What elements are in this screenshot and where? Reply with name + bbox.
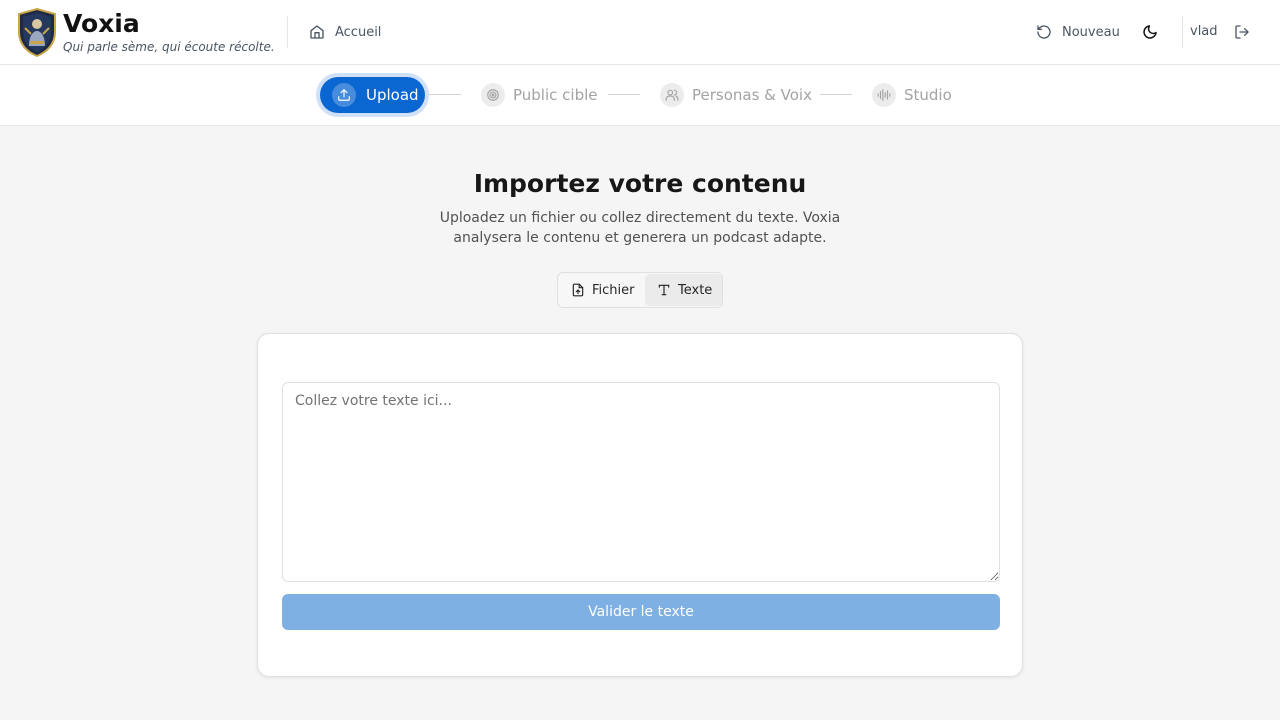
mode-file-label: Fichier <box>592 282 635 298</box>
brand-name: Voxia <box>63 9 140 38</box>
step-upload-label: Upload <box>366 86 419 104</box>
app-header: Voxia Qui parle sème, qui écoute récolte… <box>0 0 1280 65</box>
text-content-input[interactable] <box>282 382 1000 582</box>
step-connector <box>429 94 461 95</box>
progress-stepper: Upload Public cible Personas & Voix Stud… <box>0 65 1280 126</box>
page-subtitle: Uploadez un fichier ou collez directemen… <box>439 210 841 246</box>
mode-text-button[interactable]: Texte <box>645 274 722 306</box>
content-input-card: Valider le texte <box>257 333 1023 677</box>
page-title: Importez votre contenu <box>473 169 807 198</box>
home-nav-label: Accueil <box>335 24 382 40</box>
user-name: vlad <box>1190 24 1218 39</box>
file-upload-icon <box>571 283 585 297</box>
mode-file-button[interactable]: Fichier <box>559 274 645 306</box>
step-personas-voix[interactable]: Personas & Voix <box>660 82 812 108</box>
header-divider <box>287 16 288 48</box>
users-icon <box>660 83 684 107</box>
step-upload[interactable]: Upload <box>320 77 425 113</box>
validate-text-button[interactable]: Valider le texte <box>282 594 1000 630</box>
mode-text-label: Texte <box>678 282 713 298</box>
target-icon <box>481 83 505 107</box>
shield-logo-icon[interactable] <box>17 8 57 57</box>
step-public-cible[interactable]: Public cible <box>481 82 598 108</box>
new-session-label: Nouveau <box>1062 24 1120 40</box>
logout-icon <box>1234 24 1250 40</box>
step-studio[interactable]: Studio <box>872 82 952 108</box>
step-studio-label: Studio <box>904 86 952 104</box>
brand-tagline: Qui parle sème, qui écoute récolte. <box>63 40 275 54</box>
step-public-cible-label: Public cible <box>513 86 598 104</box>
audio-wave-icon <box>872 83 896 107</box>
refresh-icon <box>1036 24 1052 40</box>
header-divider-right <box>1182 16 1183 48</box>
step-connector <box>820 94 852 95</box>
moon-icon <box>1142 24 1158 40</box>
input-mode-toggle: Fichier Texte <box>557 272 723 308</box>
step-connector <box>608 94 640 95</box>
text-icon <box>657 283 671 297</box>
theme-toggle-button[interactable] <box>1136 18 1164 46</box>
step-personas-voix-label: Personas & Voix <box>692 86 812 104</box>
upload-icon <box>332 83 356 107</box>
home-icon <box>309 24 325 40</box>
logout-button[interactable] <box>1229 18 1255 46</box>
home-nav-link[interactable]: Accueil <box>303 18 387 46</box>
new-session-button[interactable]: Nouveau <box>1030 18 1126 46</box>
